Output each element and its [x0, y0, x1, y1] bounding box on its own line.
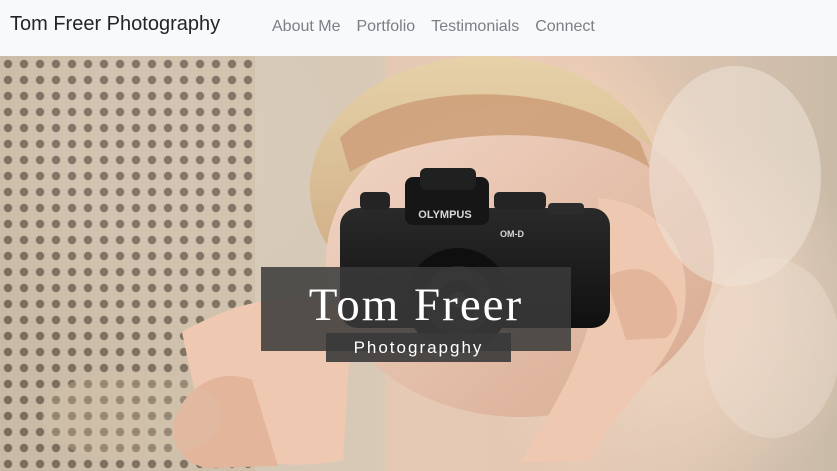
hero-title-card: Tom Freer Photograpghy — [261, 267, 571, 362]
nav-link-about-me[interactable]: About Me — [272, 15, 340, 39]
hero-title: Tom Freer — [308, 279, 524, 331]
page: Tom Freer Photography About Me Portfolio… — [0, 0, 837, 471]
hero-subtitle-background: Photograpghy — [326, 333, 511, 362]
nav-link-portfolio[interactable]: Portfolio — [356, 15, 415, 39]
nav-links: About Me Portfolio Testimonials Connect — [272, 15, 595, 39]
hero-image: OLYMPUS OM-D — [0, 56, 837, 471]
nav-link-connect[interactable]: Connect — [535, 15, 595, 39]
camera-brand-text: OLYMPUS — [418, 209, 471, 221]
brand-link[interactable]: Tom Freer Photography — [10, 10, 220, 38]
camera-model-text: OM-D — [500, 229, 524, 239]
nav-link-testimonials[interactable]: Testimonials — [431, 15, 519, 39]
hero-subtitle: Photograpghy — [353, 338, 484, 357]
hero-section: OLYMPUS OM-D Tom Freer Photograpghy — [0, 56, 837, 471]
navbar: Tom Freer Photography About Me Portfolio… — [0, 0, 837, 56]
